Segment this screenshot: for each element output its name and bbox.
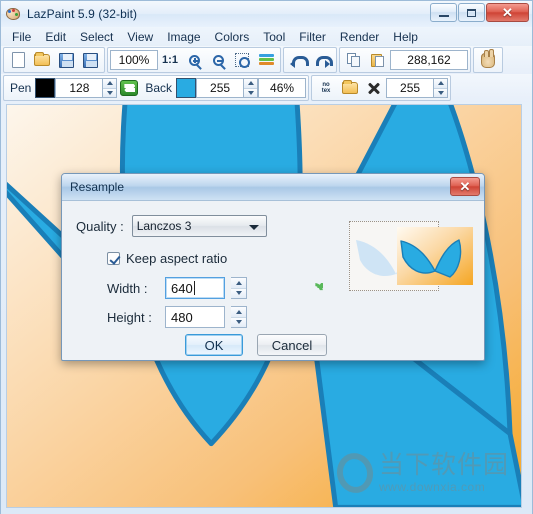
height-value: 480 <box>171 309 193 325</box>
menu-bar: File Edit Select View Image Colors Tool … <box>1 27 532 46</box>
menu-select[interactable]: Select <box>73 29 120 45</box>
quality-label: Quality : <box>76 218 124 234</box>
maximize-button[interactable] <box>458 3 485 22</box>
menu-view[interactable]: View <box>120 29 160 45</box>
pen-color-swatch[interactable] <box>35 78 56 98</box>
texture-alpha-spinner[interactable] <box>434 78 449 98</box>
width-input[interactable]: 640 <box>165 277 225 299</box>
menu-file[interactable]: File <box>5 29 38 45</box>
paste-icon[interactable] <box>366 49 390 71</box>
layers-icon[interactable] <box>254 49 278 71</box>
menu-render[interactable]: Render <box>333 29 386 45</box>
close-button[interactable]: ✕ <box>486 3 529 22</box>
zoom-out-icon[interactable] <box>206 49 230 71</box>
image-dimensions-value[interactable]: 288,162 <box>390 50 468 70</box>
height-label: Height : <box>107 309 152 325</box>
back-label: Back <box>145 81 173 95</box>
swap-colors-icon[interactable] <box>117 77 141 99</box>
tolerance-value[interactable]: 46% <box>258 78 307 98</box>
menu-tool[interactable]: Tool <box>256 29 292 45</box>
pan-tool-group <box>473 47 503 73</box>
open-folder-icon[interactable] <box>30 49 54 71</box>
keep-aspect-label: Keep aspect ratio <box>126 251 228 266</box>
chevron-down-icon <box>248 225 259 230</box>
minimize-button[interactable] <box>430 3 457 22</box>
zoom-level-value[interactable]: 100% <box>110 50 158 70</box>
height-spinner[interactable] <box>231 306 247 328</box>
window-title: LazPaint 5.9 (32-bit) <box>27 7 138 21</box>
caption-buttons: ✕ <box>430 3 529 22</box>
remove-texture-icon[interactable] <box>362 77 386 99</box>
texture-alpha-value[interactable]: 255 <box>386 78 435 98</box>
menu-image[interactable]: Image <box>160 29 207 45</box>
dialog-title: Resample <box>70 180 125 194</box>
text-caret <box>193 281 195 295</box>
history-tool-group <box>283 47 337 73</box>
no-texture-icon[interactable]: no tex <box>314 77 338 99</box>
menu-help[interactable]: Help <box>386 29 425 45</box>
save-disk-icon[interactable] <box>54 49 78 71</box>
cancel-button[interactable]: Cancel <box>257 334 327 356</box>
new-document-icon[interactable] <box>6 49 30 71</box>
height-row: Height : 480 <box>107 306 247 328</box>
back-color-swatch[interactable] <box>176 78 197 98</box>
no-texture-line2: tex <box>321 88 331 94</box>
pen-alpha-value[interactable]: 128 <box>55 78 104 98</box>
dialog-close-icon: ✕ <box>459 179 471 194</box>
width-label: Width : <box>107 280 148 296</box>
dialog-button-row: OK Cancel <box>185 334 327 356</box>
close-icon: ✕ <box>502 5 513 20</box>
save-as-disk-icon[interactable] <box>78 49 102 71</box>
menu-filter[interactable]: Filter <box>292 29 333 45</box>
back-alpha-spinner[interactable] <box>244 78 259 98</box>
open-texture-folder-icon[interactable] <box>338 77 362 99</box>
undo-icon[interactable] <box>286 49 310 71</box>
zoom-selection-icon[interactable] <box>230 49 254 71</box>
palette-icon <box>6 6 22 22</box>
zoom-tool-group: 100% 1:1 <box>107 47 281 73</box>
pen-label: Pen <box>10 81 32 95</box>
clipboard-size-group: 288,162 <box>339 47 471 73</box>
keep-aspect-checkbox[interactable] <box>107 252 120 265</box>
dialog-body: Quality : Lanczos 3 Keep aspect ratio Wi… <box>62 201 484 361</box>
height-input[interactable]: 480 <box>165 306 225 328</box>
toolbar-colors: Pen 128 Back 255 46% no tex 255 <box>1 74 532 102</box>
back-alpha-value[interactable]: 255 <box>196 78 245 98</box>
zoom-in-icon[interactable] <box>182 49 206 71</box>
copy-icon[interactable] <box>342 49 366 71</box>
redo-icon[interactable] <box>310 49 334 71</box>
preview-resampled-artwork <box>397 227 473 285</box>
zoom-one-to-one-button[interactable]: 1:1 <box>158 49 182 71</box>
quality-row: Quality : Lanczos 3 <box>76 215 267 237</box>
ok-button[interactable]: OK <box>185 334 243 356</box>
refresh-preview-icon[interactable] <box>306 283 323 300</box>
color-group: Pen 128 Back 255 46% <box>3 75 310 101</box>
window-bottom-strip <box>1 510 532 514</box>
application-window: LazPaint 5.9 (32-bit) ✕ File Edit Select… <box>0 0 533 514</box>
quality-selected-value: Lanczos 3 <box>136 219 192 233</box>
width-row: Width : 640 <box>107 277 247 299</box>
toolbar-file-zoom: 100% 1:1 288,162 <box>1 46 532 74</box>
texture-group: no tex 255 <box>311 75 452 101</box>
quality-select[interactable]: Lanczos 3 <box>131 215 267 237</box>
dialog-close-button[interactable]: ✕ <box>450 177 480 196</box>
width-value: 640 <box>171 280 193 296</box>
hand-pan-icon[interactable] <box>476 48 500 71</box>
resample-preview <box>349 221 473 301</box>
file-tool-group <box>3 47 105 73</box>
width-spinner[interactable] <box>231 277 247 299</box>
dialog-title-bar: Resample ✕ <box>62 174 484 201</box>
preview-resampled-thumbnail <box>397 227 473 285</box>
menu-colors[interactable]: Colors <box>208 29 257 45</box>
resample-dialog: Resample ✕ Quality : Lanczos 3 Keep aspe… <box>61 173 485 361</box>
title-bar: LazPaint 5.9 (32-bit) ✕ <box>1 1 532 27</box>
menu-edit[interactable]: Edit <box>38 29 73 45</box>
keep-aspect-row[interactable]: Keep aspect ratio <box>107 251 227 266</box>
pen-alpha-spinner[interactable] <box>103 78 118 98</box>
